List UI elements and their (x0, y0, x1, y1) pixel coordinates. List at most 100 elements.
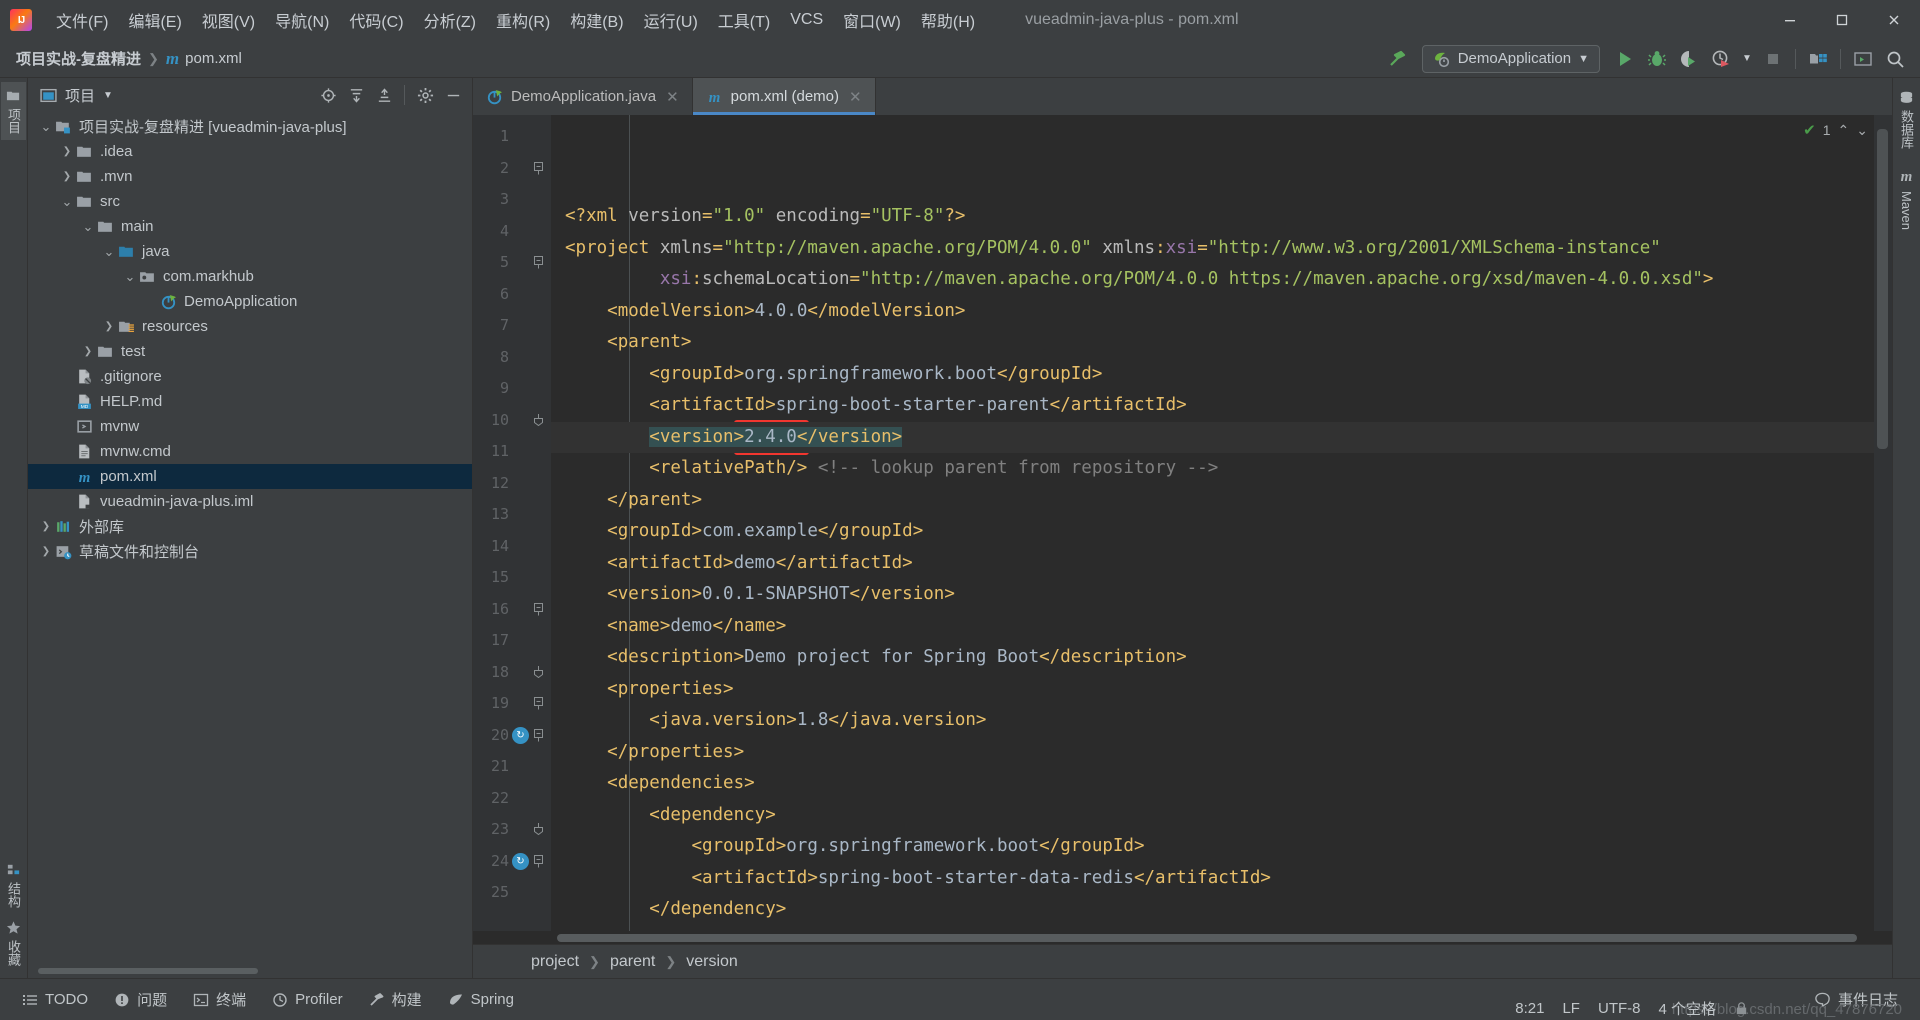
editor-breadcrumb-item-2[interactable]: version (686, 953, 738, 971)
tree-node-15[interactable]: vueadmin-java-plus.iml (28, 489, 472, 514)
close-tab-icon[interactable]: ✕ (666, 88, 679, 106)
menu-item-12[interactable]: 帮助(H) (911, 4, 985, 36)
chevron-right-icon[interactable]: ❯ (38, 521, 54, 532)
line-separator[interactable]: LF (1562, 1000, 1580, 1017)
tree-node-5[interactable]: ⌄ java (28, 239, 472, 264)
editor-tab-1[interactable]: m pom.xml (demo) ✕ (692, 78, 876, 115)
menu-item-5[interactable]: 分析(Z) (414, 4, 486, 36)
code-line-6[interactable]: <groupId>org.springframework.boot</group… (551, 359, 1874, 391)
chevron-down-icon[interactable]: ▼ (103, 90, 113, 101)
hide-panel-icon[interactable] (440, 82, 466, 108)
fold-toggle-icon[interactable] (534, 697, 545, 710)
status-bar-item-2[interactable]: 终端 (183, 986, 256, 1013)
tree-node-9[interactable]: ❯ test (28, 339, 472, 364)
code-line-19[interactable]: <dependencies> (551, 768, 1874, 800)
code-line-18[interactable]: </properties> (551, 737, 1874, 769)
fold-toggle-icon[interactable] (534, 854, 545, 868)
fold-toggle-icon[interactable] (534, 728, 545, 742)
code-line-13[interactable]: <version>0.0.1-SNAPSHOT</version> (551, 579, 1874, 611)
inspection-widget[interactable]: ✔ 1 ⌃ ⌄ (1803, 121, 1868, 140)
code-line-15[interactable]: <description>Demo project for Spring Boo… (551, 642, 1874, 674)
search-everywhere-icon[interactable] (1880, 44, 1910, 74)
menu-item-7[interactable]: 构建(B) (560, 4, 633, 36)
tree-node-11[interactable]: MD HELP.md (28, 389, 472, 414)
code-line-2[interactable]: <project xmlns="http://maven.apache.org/… (551, 233, 1874, 265)
tree-node-1[interactable]: ❯ .idea (28, 139, 472, 164)
code-line-3[interactable]: xsi:schemaLocation="http://maven.apache.… (551, 264, 1874, 296)
tree-node-4[interactable]: ⌄ main (28, 214, 472, 239)
breadcrumb-file[interactable]: pom.xml (185, 50, 242, 67)
maximize-button[interactable] (1816, 0, 1868, 40)
status-bar-item-5[interactable]: Spring (438, 988, 524, 1011)
editor-breadcrumb-item-0[interactable]: project (531, 953, 579, 971)
caret-position[interactable]: 8:21 (1515, 1000, 1544, 1017)
status-bar-item-4[interactable]: 构建 (359, 986, 432, 1013)
code-line-17[interactable]: <java.version>1.8</java.version> (551, 705, 1874, 737)
code-line-4[interactable]: <modelVersion>4.0.0</modelVersion> (551, 296, 1874, 328)
code-line-21[interactable]: <groupId>org.springframework.boot</group… (551, 831, 1874, 863)
chevron-right-icon[interactable]: ❯ (80, 346, 96, 357)
status-bar-item-1[interactable]: 问题 (104, 986, 177, 1013)
lock-icon[interactable] (1734, 1001, 1750, 1017)
chevron-down-icon[interactable]: ⌄ (80, 219, 96, 235)
terminal-icon[interactable] (1848, 44, 1878, 74)
menu-item-4[interactable]: 代码(C) (339, 4, 413, 36)
fold-toggle-icon[interactable] (534, 665, 545, 679)
code-line-1[interactable]: <?xml version="1.0" encoding="UTF-8"?> (551, 201, 1874, 233)
status-bar-item-0[interactable]: TODO (12, 988, 98, 1011)
run-configuration-selector[interactable]: DemoApplication ▼ (1421, 44, 1600, 73)
maven-reimport-icon[interactable]: ↻ (512, 852, 529, 870)
run-with-coverage-icon[interactable] (1674, 44, 1704, 74)
sidebar-item-structure[interactable]: 结构 (1, 856, 26, 914)
chevron-down-icon[interactable]: ⌄ (59, 194, 75, 210)
sidebar-item-project[interactable]: 项目 (1, 82, 26, 140)
menu-item-11[interactable]: 窗口(W) (833, 4, 911, 36)
tree-node-2[interactable]: ❯ .mvn (28, 164, 472, 189)
menu-item-2[interactable]: 视图(V) (192, 4, 265, 36)
fold-toggle-icon[interactable] (534, 823, 545, 836)
close-tab-icon[interactable]: ✕ (849, 88, 862, 106)
code-line-10[interactable]: </parent> (551, 485, 1874, 517)
profiler-dropdown-icon[interactable]: ▼ (1738, 44, 1756, 74)
debug-icon[interactable] (1642, 44, 1672, 74)
tree-node-14[interactable]: m pom.xml (28, 464, 472, 489)
fold-toggle-icon[interactable] (534, 413, 545, 427)
chevron-right-icon[interactable]: ❯ (101, 321, 117, 332)
menu-item-9[interactable]: 工具(T) (708, 4, 780, 36)
tree-node-7[interactable]: DemoApplication (28, 289, 472, 314)
editor-breadcrumb-item-1[interactable]: parent (610, 953, 655, 971)
code-line-16[interactable]: <properties> (551, 674, 1874, 706)
menu-item-1[interactable]: 编辑(E) (118, 4, 191, 36)
maven-reimport-icon[interactable]: ↻ (512, 726, 529, 744)
tree-node-0[interactable]: ⌄ 项目实战-复盘精进 [vueadmin-java-plus] (28, 114, 472, 139)
project-structure-icon[interactable] (1803, 44, 1833, 74)
code-line-8[interactable]: <version>2.4.0</version> (551, 421, 1874, 453)
stop-icon[interactable] (1758, 44, 1788, 74)
code-line-22[interactable]: <artifactId>spring-boot-starter-data-red… (551, 863, 1874, 895)
chevron-right-icon[interactable]: ❯ (59, 146, 75, 157)
menu-item-10[interactable]: VCS (780, 7, 833, 33)
chevron-down-icon[interactable]: ⌄ (101, 244, 117, 260)
code-line-5[interactable]: <parent> (551, 327, 1874, 359)
project-panel-scrollbar[interactable] (28, 964, 472, 978)
tree-node-8[interactable]: ❯ resources (28, 314, 472, 339)
chevron-right-icon[interactable]: ❯ (59, 171, 75, 182)
file-encoding[interactable]: UTF-8 (1598, 1000, 1641, 1017)
expand-all-icon[interactable] (343, 82, 369, 108)
breadcrumb-project[interactable]: 项目实战-复盘精进 (16, 48, 141, 69)
fold-toggle-icon[interactable] (534, 256, 545, 269)
profiler-icon[interactable] (1706, 44, 1736, 74)
close-button[interactable] (1868, 0, 1920, 40)
chevron-down-icon[interactable]: ⌄ (122, 269, 138, 285)
tree-node-3[interactable]: ⌄ src (28, 189, 472, 214)
menu-item-3[interactable]: 导航(N) (265, 4, 339, 36)
previous-highlight-icon[interactable]: ⌃ (1838, 122, 1850, 139)
code-content[interactable]: <?xml version="1.0" encoding="UTF-8"?> <p… (551, 115, 1874, 931)
code-line-12[interactable]: <artifactId>demo</artifactId> (551, 548, 1874, 580)
settings-gear-icon[interactable] (412, 82, 438, 108)
code-editor[interactable]: 1 2 3 4 5 6 7 8 9 10 11 12 13 14 15 16 17 18 19 20 ↻ 21 22 23 24… (473, 115, 1892, 931)
menu-item-6[interactable]: 重构(R) (486, 4, 560, 36)
indent-setting[interactable]: 4 个空格 (1658, 998, 1716, 1019)
minimize-button[interactable] (1764, 0, 1816, 40)
tree-node-13[interactable]: mvnw.cmd (28, 439, 472, 464)
